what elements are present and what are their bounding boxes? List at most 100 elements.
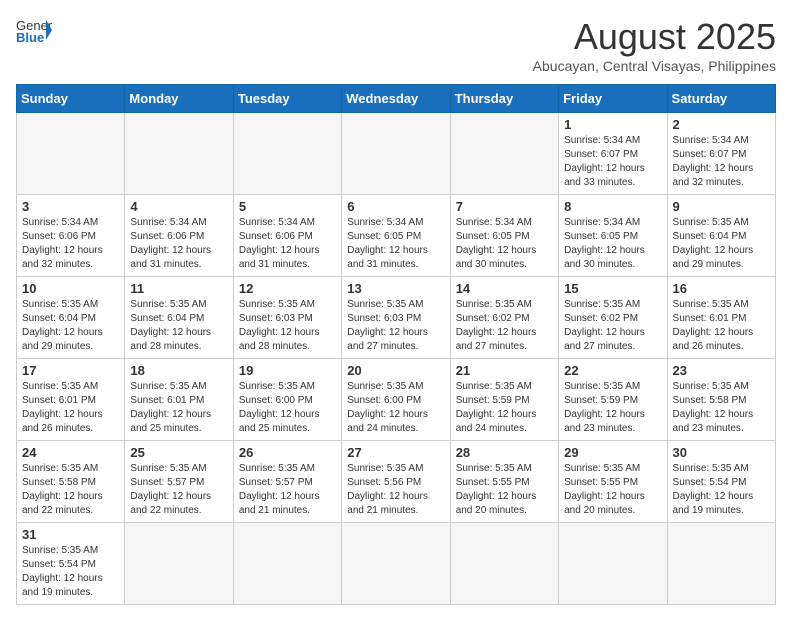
day-number: 26 [239,445,336,460]
day-number: 21 [456,363,553,378]
day-number: 4 [130,199,227,214]
table-row: 26 Sunrise: 5:35 AM Sunset: 5:57 PM Dayli… [233,441,341,523]
header-friday: Friday [559,85,667,113]
table-row: 14Sunrise: 5:35 AM Sunset: 6:02 PM Dayli… [450,277,558,359]
day-info: Sunrise: 5:35 AM Sunset: 5:54 PM Dayligh… [22,544,119,600]
day-info: Sunrise: 5:35 AM Sunset: 6:01 PM Dayligh… [22,380,119,436]
day-number: 27 [347,445,444,460]
day-info: Sunrise: 5:34 AM Sunset: 6:05 PM Dayligh… [347,216,444,272]
day-number: 20 [347,363,444,378]
calendar-subtitle: Abucayan, Central Visayas, Philippines [533,58,776,74]
weekday-header-row: Sunday Monday Tuesday Wednesday Thursday… [17,85,776,113]
title-area: August 2025 Abucayan, Central Visayas, P… [533,16,776,74]
day-info: Sunrise: 5:35 AM Sunset: 5:57 PM Dayligh… [239,462,336,518]
calendar-row: 10 Sunrise: 5:35 AM Sunset: 6:04 PM Dayli… [17,277,776,359]
day-number: 5 [239,199,336,214]
table-row [667,523,775,605]
day-info: Sunrise: 5:35 AM Sunset: 5:59 PM Dayligh… [456,380,553,436]
table-row: 15 Sunrise: 5:35 AM Sunset: 6:02 PM Dayli… [559,277,667,359]
day-number: 11 [130,281,227,296]
calendar-row: 17 Sunrise: 5:35 AM Sunset: 6:01 PM Dayli… [17,359,776,441]
table-row: 13Sunrise: 5:35 AM Sunset: 6:03 PM Dayli… [342,277,450,359]
table-row: 7 Sunrise: 5:34 AM Sunset: 6:05 PM Daylig… [450,195,558,277]
table-row: 27 Sunrise: 5:35 AM Sunset: 5:56 PM Dayli… [342,441,450,523]
header-wednesday: Wednesday [342,85,450,113]
day-number: 1 [564,117,661,132]
table-row [450,113,558,195]
logo: General Blue [16,16,52,44]
day-number: 8 [564,199,661,214]
table-row: 2Sunrise: 5:34 AM Sunset: 6:07 PM Daylig… [667,113,775,195]
table-row: 6 Sunrise: 5:34 AM Sunset: 6:05 PM Daylig… [342,195,450,277]
day-info: Sunrise: 5:34 AM Sunset: 6:05 PM Dayligh… [456,216,553,272]
table-row [125,113,233,195]
day-info: Sunrise: 5:34 AM Sunset: 6:06 PM Dayligh… [239,216,336,272]
header-sunday: Sunday [17,85,125,113]
day-number: 28 [456,445,553,460]
table-row: 18 Sunrise: 5:35 AM Sunset: 6:01 PM Dayli… [125,359,233,441]
table-row: 31 Sunrise: 5:35 AM Sunset: 5:54 PM Dayli… [17,523,125,605]
table-row: 8 Sunrise: 5:34 AM Sunset: 6:05 PM Daylig… [559,195,667,277]
day-number: 19 [239,363,336,378]
header-saturday: Saturday [667,85,775,113]
table-row [233,523,341,605]
calendar-table: Sunday Monday Tuesday Wednesday Thursday… [16,84,776,605]
header-tuesday: Tuesday [233,85,341,113]
day-info: Sunrise: 5:35 AM Sunset: 6:04 PM Dayligh… [22,298,119,354]
day-info: Sunrise: 5:35 AM Sunset: 6:03 PM Dayligh… [239,298,336,354]
day-number: 18 [130,363,227,378]
day-info: Sunrise: 5:34 AM Sunset: 6:06 PM Dayligh… [130,216,227,272]
table-row: 12 Sunrise: 5:35 AM Sunset: 6:03 PM Dayli… [233,277,341,359]
svg-text:Blue: Blue [16,30,44,44]
day-number: 12 [239,281,336,296]
day-info: Sunrise: 5:35 AM Sunset: 6:04 PM Dayligh… [130,298,227,354]
day-info: Sunrise: 5:34 AM Sunset: 6:07 PM Dayligh… [564,134,661,190]
table-row [342,113,450,195]
header-monday: Monday [125,85,233,113]
table-row [233,113,341,195]
page-header: General Blue August 2025 Abucayan, Centr… [16,16,776,74]
day-number: 13 [347,281,444,296]
table-row [450,523,558,605]
day-info: Sunrise: 5:35 AM Sunset: 6:04 PM Dayligh… [673,216,770,272]
day-info: Sunrise: 5:35 AM Sunset: 6:02 PM Dayligh… [456,298,553,354]
day-number: 6 [347,199,444,214]
header-thursday: Thursday [450,85,558,113]
table-row [17,113,125,195]
day-info: Sunrise: 5:34 AM Sunset: 6:05 PM Dayligh… [564,216,661,272]
calendar-row: 24Sunrise: 5:35 AM Sunset: 5:58 PM Dayli… [17,441,776,523]
day-info: Sunrise: 5:35 AM Sunset: 6:00 PM Dayligh… [347,380,444,436]
day-number: 9 [673,199,770,214]
table-row: 25Sunrise: 5:35 AM Sunset: 5:57 PM Dayli… [125,441,233,523]
day-number: 2 [673,117,770,132]
day-info: Sunrise: 5:35 AM Sunset: 5:54 PM Dayligh… [673,462,770,518]
table-row: 9 Sunrise: 5:35 AM Sunset: 6:04 PM Daylig… [667,195,775,277]
table-row: 17 Sunrise: 5:35 AM Sunset: 6:01 PM Dayli… [17,359,125,441]
table-row: 4 Sunrise: 5:34 AM Sunset: 6:06 PM Daylig… [125,195,233,277]
calendar-title: August 2025 [533,16,776,58]
calendar-row: 1 Sunrise: 5:34 AM Sunset: 6:07 PM Daylig… [17,113,776,195]
table-row: 19Sunrise: 5:35 AM Sunset: 6:00 PM Dayli… [233,359,341,441]
day-info: Sunrise: 5:35 AM Sunset: 5:57 PM Dayligh… [130,462,227,518]
day-number: 10 [22,281,119,296]
table-row: 3Sunrise: 5:34 AM Sunset: 6:06 PM Daylig… [17,195,125,277]
day-info: Sunrise: 5:35 AM Sunset: 5:58 PM Dayligh… [673,380,770,436]
table-row: 20 Sunrise: 5:35 AM Sunset: 6:00 PM Dayli… [342,359,450,441]
day-info: Sunrise: 5:35 AM Sunset: 5:56 PM Dayligh… [347,462,444,518]
table-row: 10 Sunrise: 5:35 AM Sunset: 6:04 PM Dayli… [17,277,125,359]
day-number: 7 [456,199,553,214]
table-row: 29Sunrise: 5:35 AM Sunset: 5:55 PM Dayli… [559,441,667,523]
day-info: Sunrise: 5:35 AM Sunset: 6:01 PM Dayligh… [130,380,227,436]
day-info: Sunrise: 5:35 AM Sunset: 6:02 PM Dayligh… [564,298,661,354]
table-row: 28Sunrise: 5:35 AM Sunset: 5:55 PM Dayli… [450,441,558,523]
day-number: 23 [673,363,770,378]
table-row: 22Sunrise: 5:35 AM Sunset: 5:59 PM Dayli… [559,359,667,441]
day-number: 15 [564,281,661,296]
day-number: 29 [564,445,661,460]
day-number: 31 [22,527,119,542]
logo-icon: General Blue [16,16,52,44]
table-row: 5 Sunrise: 5:34 AM Sunset: 6:06 PM Daylig… [233,195,341,277]
day-number: 17 [22,363,119,378]
table-row: 16Sunrise: 5:35 AM Sunset: 6:01 PM Dayli… [667,277,775,359]
day-number: 24 [22,445,119,460]
